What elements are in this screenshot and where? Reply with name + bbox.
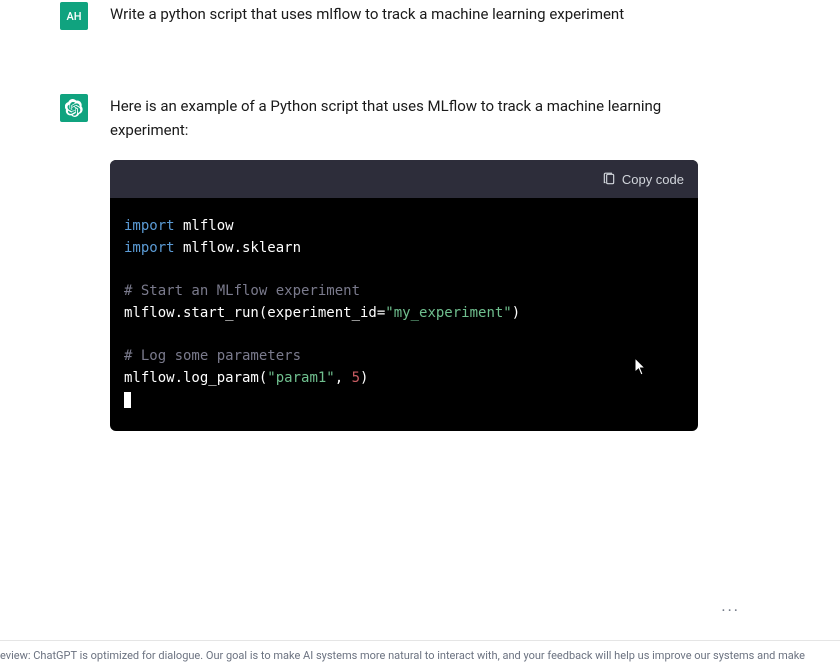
user-message-text: Write a python script that uses mlflow t… — [110, 2, 624, 26]
code-line — [124, 324, 684, 346]
footer-disclaimer: eview: ChatGPT is optimized for dialogue… — [0, 640, 840, 670]
typing-cursor — [124, 392, 131, 408]
copy-code-button[interactable]: Copy code — [602, 172, 684, 187]
openai-icon — [65, 99, 83, 117]
assistant-message-row: Here is an example of a Python script th… — [0, 94, 840, 431]
code-line: import mlflow.sklearn — [124, 238, 684, 260]
user-avatar: AH — [60, 2, 88, 30]
code-line — [124, 390, 684, 412]
code-line: # Start an MLflow experiment — [124, 281, 684, 303]
assistant-message-content: Here is an example of a Python script th… — [110, 94, 730, 431]
chat-container: AH Write a python script that uses mlflo… — [0, 0, 840, 640]
code-line — [124, 259, 684, 281]
code-line: # Log some parameters — [124, 346, 684, 368]
user-message-row: AH Write a python script that uses mlflo… — [0, 0, 840, 34]
assistant-intro-text: Here is an example of a Python script th… — [110, 94, 730, 142]
copy-code-label: Copy code — [622, 172, 684, 187]
user-message-content: Write a python script that uses mlflow t… — [110, 2, 624, 34]
user-avatar-initials: AH — [66, 10, 81, 23]
code-line: mlflow.log_param("param1", 5) — [124, 368, 684, 390]
code-line: import mlflow — [124, 216, 684, 238]
code-body: import mlflow import mlflow.sklearn # St… — [110, 198, 698, 431]
more-icon[interactable]: ... — [721, 596, 740, 615]
code-header: Copy code — [110, 160, 698, 198]
code-line: mlflow.start_run(experiment_id="my_exper… — [124, 303, 684, 325]
code-block: Copy code import mlflow import mlflow.sk… — [110, 160, 698, 431]
clipboard-icon — [602, 172, 616, 186]
bot-avatar — [60, 94, 88, 122]
footer-text: eview: ChatGPT is optimized for dialogue… — [0, 649, 805, 662]
